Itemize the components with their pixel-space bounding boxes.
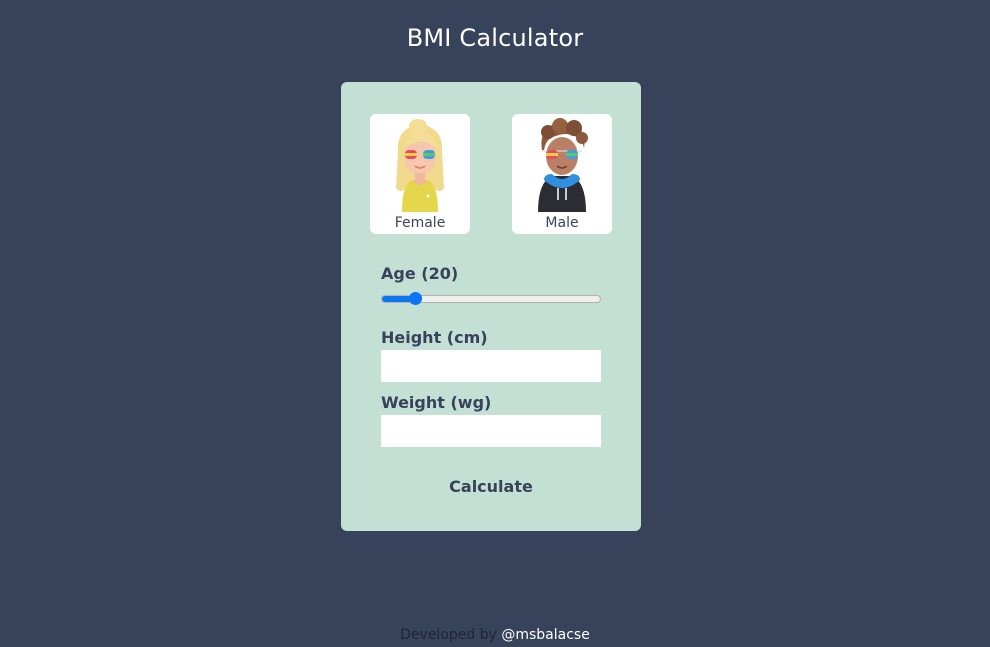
page-title: BMI Calculator	[406, 24, 584, 52]
female-avatar-icon	[396, 119, 444, 212]
age-slider-thumb[interactable]	[409, 292, 422, 305]
male-avatar-icon	[538, 118, 588, 212]
age-slider[interactable]	[381, 292, 601, 305]
bmi-form-card: Female Male Age (20) Height (cm) Weight …	[341, 82, 641, 531]
age-label: Age (20)	[381, 264, 459, 283]
male-label: Male	[545, 215, 579, 231]
female-label: Female	[394, 215, 446, 231]
author-link[interactable]: @msbalacse	[501, 627, 589, 643]
male-option[interactable]: Male	[512, 114, 612, 234]
footer: Developed by @msbalacse	[0, 627, 990, 643]
height-label: Height (cm)	[381, 328, 488, 347]
height-input[interactable]	[381, 350, 601, 382]
weight-label: Weight (wg)	[381, 393, 492, 412]
calculate-button[interactable]: Calculate	[431, 472, 551, 500]
female-option[interactable]: Female	[370, 114, 470, 234]
footer-prefix: Developed by	[400, 627, 497, 643]
weight-input[interactable]	[381, 415, 601, 447]
